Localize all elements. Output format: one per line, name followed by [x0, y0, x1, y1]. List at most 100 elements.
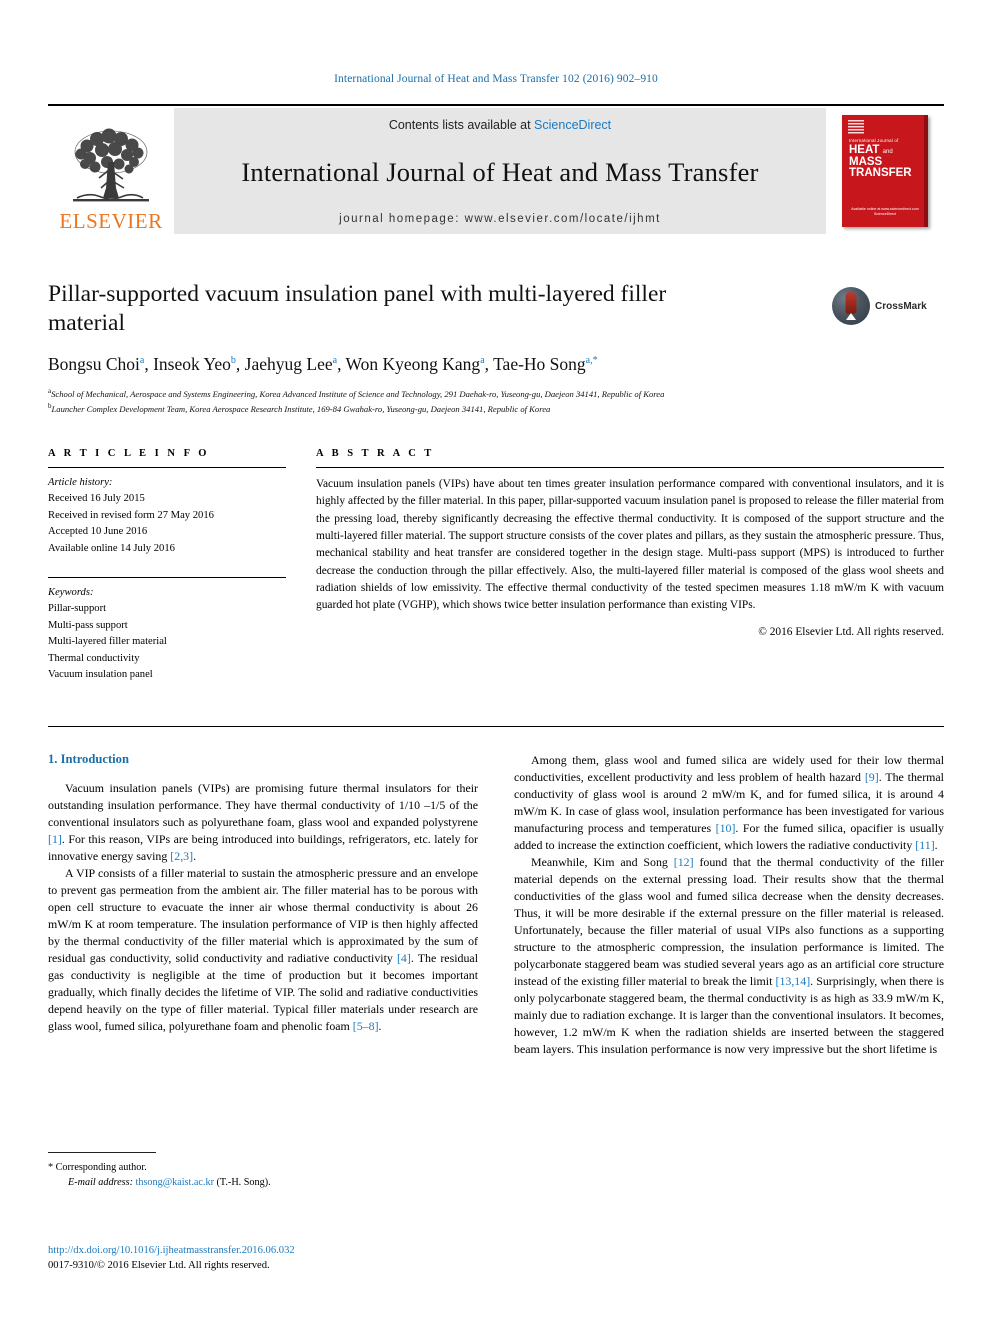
email-link[interactable]: thsong@kaist.ac.kr [136, 1177, 214, 1188]
article-history-label: Article history: [48, 477, 113, 488]
corresponding-text: Corresponding author. [55, 1162, 147, 1173]
author-affil-marker: a [332, 355, 338, 367]
author: Inseok Yeob [153, 354, 236, 374]
cover-title-mass: MASS [849, 155, 883, 168]
author-affil-marker: a,* [585, 355, 598, 367]
citation-ref[interactable]: [5–8] [353, 1019, 379, 1033]
running-head: International Journal of Heat and Mass T… [334, 73, 658, 85]
paper-page: International Journal of Heat and Mass T… [0, 0, 992, 1323]
title-block: Pillar-supported vacuum insulation panel… [48, 280, 944, 415]
affiliation: aSchool of Mechanical, Aerospace and Sys… [48, 386, 944, 401]
author: Bongsu Choia [48, 354, 144, 374]
corresponding-marker: * [48, 1162, 54, 1173]
paragraph: Vacuum insulation panels (VIPs) are prom… [48, 781, 478, 864]
elsevier-wordmark: ELSEVIER [59, 209, 163, 233]
page-title: Pillar-supported vacuum insulation panel… [48, 281, 667, 337]
keywords-label: Keywords: [48, 587, 94, 599]
citation-ref[interactable]: [1] [48, 832, 62, 846]
abstract-column: A B S T R A C T Vacuum insulation panels… [316, 448, 944, 683]
cover-title-heat: HEAT [849, 144, 880, 156]
journal-cover-image: International Journal of HEAT and MASS T… [842, 115, 928, 227]
contents-prefix: Contents lists available at [388, 118, 535, 132]
paragraph: Among them, glass wool and fumed silica … [514, 753, 944, 853]
author: Jaehyug Leea [245, 354, 337, 374]
section-heading-introduction: 1. Introduction [48, 752, 129, 766]
cover-footer-line1: Available online at www.sciencedirect.co… [851, 206, 919, 211]
cover-title-transfer: TRANSFER [849, 167, 912, 180]
keyword-item: Pillar-support [48, 603, 107, 615]
elsevier-logo: ELSEVIER [48, 108, 174, 234]
crossmark-badge[interactable]: CrossMark [832, 286, 936, 326]
cover-title-and: and [882, 149, 893, 155]
cover-footer: Available online at www.sciencedirect.co… [842, 207, 928, 219]
author-name: Won Kyeong Kang [345, 354, 481, 375]
keyword-item: Thermal conductivity [48, 652, 140, 664]
history-item: Accepted 10 June 2016 [48, 526, 148, 538]
citation-ref[interactable]: [13,14] [775, 974, 810, 988]
author-name: Inseok Yeo [153, 354, 231, 375]
body-column-right: Among them, glass wool and fumed silica … [514, 752, 944, 1058]
affiliation: bLauncher Complex Development Team, Kore… [48, 401, 944, 416]
body-columns: 1. Introduction Vacuum insulation panels… [48, 752, 944, 1058]
journal-band: Contents lists available at ScienceDirec… [174, 108, 826, 234]
citation-ref[interactable]: [11] [915, 838, 934, 852]
article-info-heading: A R T I C L E I N F O [48, 448, 210, 459]
paragraph: Meanwhile, Kim and Song [12] found that … [514, 855, 944, 1057]
contents-available-line: Contents lists available at ScienceDirec… [389, 118, 611, 132]
issn-copyright-line: 0017-9310/© 2016 Elsevier Ltd. All right… [48, 1260, 270, 1272]
author-affil-marker: a [139, 355, 145, 367]
history-item: Received 16 July 2015 [48, 493, 145, 505]
affiliation-list: aSchool of Mechanical, Aerospace and Sys… [48, 386, 944, 415]
elsevier-tree-icon [73, 128, 149, 202]
cover-footer-line2: ScienceDirect [873, 212, 897, 217]
info-abstract-region: A R T I C L E I N F O Article history: R… [48, 448, 944, 683]
author: Tae-Ho Songa,* [493, 354, 598, 374]
affiliation-text: Launcher Complex Development Team, Korea… [51, 403, 551, 414]
doi-link[interactable]: http://dx.doi.org/10.1016/j.ijheatmasstr… [48, 1243, 528, 1258]
abstract-heading: A B S T R A C T [316, 448, 435, 459]
abstract-copyright: © 2016 Elsevier Ltd. All rights reserved… [758, 625, 944, 638]
footnote-block: * Corresponding author. E-mail address: … [48, 1152, 478, 1191]
email-owner: (T.-H. Song). [216, 1177, 271, 1189]
keywords-group: Keywords: Pillar-support Multi-pass supp… [48, 578, 286, 683]
body-column-left: 1. Introduction Vacuum insulation panels… [48, 752, 478, 1058]
email-note: E-mail address: thsong@kaist.ac.kr (T.-H… [48, 1175, 478, 1190]
citation-ref[interactable]: [4] [397, 951, 411, 965]
history-item: Received in revised form 27 May 2016 [48, 509, 214, 521]
author-affil-marker: a [480, 355, 485, 367]
cover-big-title: HEAT and MASS TRANSFER [849, 144, 923, 180]
author-name: Tae-Ho Song [493, 354, 586, 375]
paragraph: A VIP consists of a filler material to s… [48, 866, 478, 1034]
article-info-column: A R T I C L E I N F O Article history: R… [48, 448, 286, 683]
author-name: Bongsu Choi [48, 354, 140, 375]
journal-homepage-link[interactable]: journal homepage: www.elsevier.com/locat… [339, 213, 661, 225]
history-item: Available online 14 July 2016 [48, 542, 175, 554]
affiliation-text: School of Mechanical, Aerospace and Syst… [51, 389, 665, 400]
author-list: Bongsu Choia, Inseok Yeob, Jaehyug Leea,… [48, 354, 598, 375]
crossmark-label: CrossMark [875, 300, 927, 312]
cover-spine [924, 115, 928, 227]
citation-ref[interactable]: [10] [716, 821, 736, 835]
doi-block: http://dx.doi.org/10.1016/j.ijheatmasstr… [48, 1243, 528, 1274]
crossmark-icon [832, 287, 870, 325]
footnote-divider [48, 1152, 156, 1153]
abstract-text: Vacuum insulation panels (VIPs) have abo… [316, 478, 944, 612]
citation-ref[interactable]: [12] [674, 855, 694, 869]
citation-ref[interactable]: [9] [865, 770, 879, 784]
article-history-group: Article history: Received 16 July 2015 R… [48, 468, 286, 557]
corresponding-author-note: * Corresponding author. [48, 1160, 478, 1175]
author-name: Jaehyug Lee [244, 354, 333, 375]
keyword-item: Vacuum insulation panel [48, 669, 153, 681]
sciencedirect-link[interactable]: ScienceDirect [534, 118, 611, 132]
journal-title: International Journal of Heat and Mass T… [241, 157, 759, 187]
keyword-item: Multi-layered filler material [48, 636, 167, 648]
cover-elsevier-icon [848, 120, 864, 134]
author-affil-marker: b [230, 355, 236, 367]
author: Won Kyeong Kanga [346, 354, 485, 374]
keyword-item: Multi-pass support [48, 619, 128, 631]
citation-ref[interactable]: [2,3] [170, 849, 193, 863]
email-label: E-mail address: [68, 1177, 133, 1189]
journal-cover-thumbnail: International Journal of HEAT and MASS T… [826, 108, 944, 234]
divider [48, 726, 944, 727]
